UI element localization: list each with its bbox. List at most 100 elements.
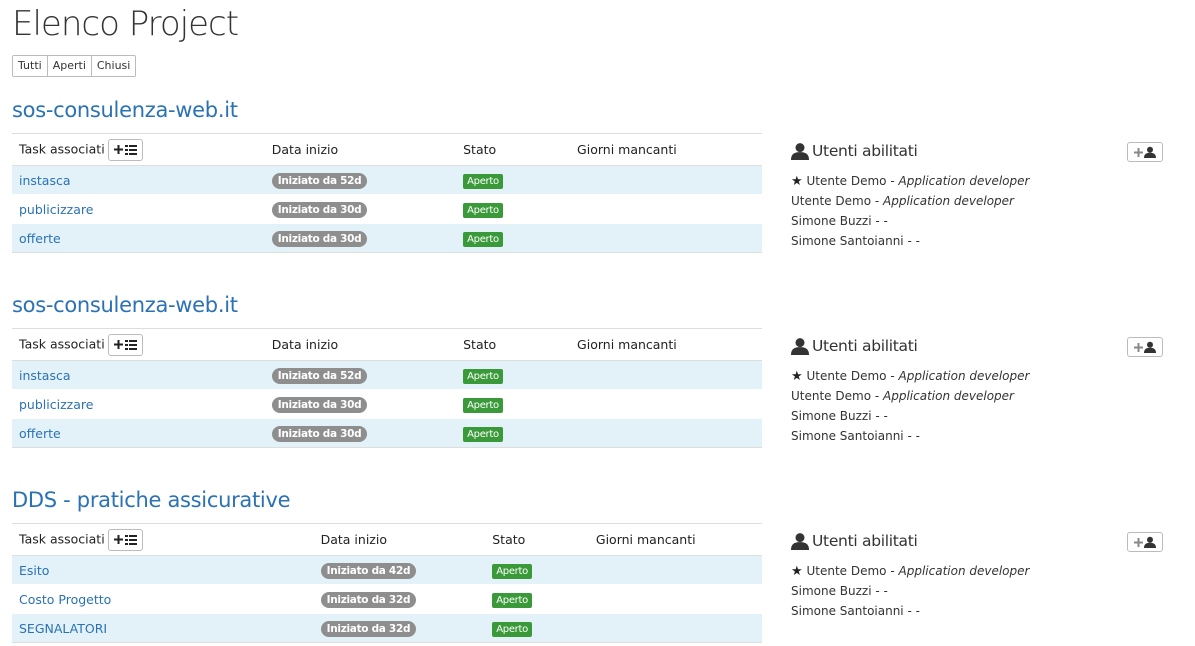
project-title[interactable]: sos-consulenza-web.it — [12, 98, 238, 122]
task-link[interactable]: Costo Progetto — [19, 592, 111, 607]
column-header: Stato — [456, 328, 571, 361]
table-row: offerte Iniziato da 30d Aperto — [12, 223, 762, 253]
column-header: Giorni mancanti — [570, 328, 762, 361]
add-user-button[interactable] — [1127, 532, 1163, 552]
user-name: Simone Buzzi — [791, 214, 872, 228]
days-left-cell — [588, 555, 762, 585]
task-link[interactable]: Esito — [19, 563, 49, 578]
user-icon — [1144, 536, 1156, 548]
plus-icon — [1134, 537, 1143, 547]
star-icon: ★ — [791, 174, 803, 189]
column-header-label: Task associati — [19, 336, 105, 351]
column-header: Task associati — [12, 523, 314, 556]
table-row: instasca Iniziato da 52d Aperto — [12, 360, 762, 390]
status-cell: Aperto — [456, 165, 571, 195]
status-badge: Aperto — [492, 592, 532, 608]
column-header-label: Giorni mancanti — [595, 532, 696, 547]
days-left-cell — [588, 613, 762, 643]
user-icon — [1144, 146, 1156, 158]
status-badge: Aperto — [463, 397, 503, 413]
task-link[interactable]: offerte — [19, 426, 61, 441]
task-link[interactable]: publicizzare — [19, 202, 93, 217]
status-badge: Aperto — [463, 202, 503, 218]
table-row: Costo Progetto Iniziato da 32d Aperto — [12, 584, 762, 614]
star-icon: ★ — [791, 369, 803, 384]
user-row: ★ Utente Demo - Application developer — [791, 174, 1030, 189]
task-name-cell: publicizzare — [12, 194, 265, 224]
column-header-label: Task associati — [19, 531, 105, 546]
user-row: ★ Utente Demo - Application developer — [791, 369, 1030, 384]
column-header-label: Data inizio — [271, 337, 339, 352]
users-title: Utenti abilitati — [812, 532, 918, 550]
user-name: Simone Buzzi — [791, 584, 872, 598]
user-icon — [1144, 341, 1156, 353]
user-name: Simone Santoianni — [791, 234, 904, 248]
task-name-cell: offerte — [12, 223, 265, 253]
add-task-button[interactable] — [107, 138, 143, 161]
plus-icon — [113, 145, 123, 154]
table-row: publicizzare Iniziato da 30d Aperto — [12, 389, 762, 419]
status-badge: Aperto — [492, 563, 532, 579]
task-name-cell: instasca — [12, 360, 265, 390]
user-name: Utente Demo — [791, 194, 872, 208]
task-link[interactable]: instasca — [19, 368, 71, 383]
task-table: Task associati Data inizio Stato Giorni man… — [12, 133, 762, 253]
status-badge: Aperto — [463, 173, 503, 189]
column-header: Giorni mancanti — [570, 133, 762, 166]
add-user-button[interactable] — [1127, 337, 1163, 357]
filter-open-button[interactable]: Aperti — [46, 56, 91, 76]
start-date-cell: Iniziato da 32d — [313, 613, 486, 643]
plus-icon — [113, 340, 123, 349]
start-date-cell: Iniziato da 32d — [313, 584, 486, 614]
task-name-cell: publicizzare — [12, 389, 265, 419]
task-link[interactable]: instasca — [19, 173, 71, 188]
column-header: Data inizio — [313, 523, 486, 556]
start-date-cell: Iniziato da 30d — [264, 389, 457, 419]
user-icon — [791, 142, 809, 160]
column-header-label: Data inizio — [320, 532, 387, 547]
start-date-cell: Iniziato da 30d — [264, 418, 457, 448]
task-link[interactable]: publicizzare — [19, 397, 93, 412]
days-left-cell — [570, 194, 762, 224]
add-task-button[interactable] — [107, 333, 143, 356]
add-user-button[interactable] — [1127, 142, 1163, 162]
user-row: Simone Santoianni - - — [791, 429, 920, 443]
user-name: Simone Buzzi — [791, 409, 872, 423]
user-role: Application developer — [898, 174, 1030, 188]
filter-closed-button[interactable]: Chiusi — [90, 56, 136, 76]
user-name: Simone Santoianni — [791, 429, 904, 443]
list-icon — [124, 144, 137, 155]
project-title[interactable]: DDS - pratiche assicurative — [12, 488, 291, 512]
start-date-cell: Iniziato da 30d — [264, 194, 457, 224]
users-panel: Utenti abilitati ★ Utente Demo - Applicat… — [791, 140, 1163, 251]
column-header: Data inizio — [264, 328, 457, 361]
days-left-cell — [570, 418, 762, 448]
table-row: Esito Iniziato da 42d Aperto — [12, 555, 762, 585]
user-list: ★ Utente Demo - Application developer Ute… — [791, 171, 1163, 251]
task-link[interactable]: SEGNALATORI — [19, 621, 107, 636]
days-left-cell — [570, 223, 762, 253]
add-task-button[interactable] — [107, 528, 143, 551]
plus-icon — [1134, 342, 1143, 352]
days-left-cell — [570, 165, 762, 195]
days-left-cell — [570, 389, 762, 419]
filter-all-button[interactable]: Tutti — [13, 56, 47, 76]
status-cell: Aperto — [456, 194, 571, 224]
project-title[interactable]: sos-consulenza-web.it — [12, 293, 238, 317]
start-date-badge: Iniziato da 30d — [271, 230, 368, 247]
table-row: offerte Iniziato da 30d Aperto — [12, 418, 762, 448]
start-date-cell: Iniziato da 52d — [264, 360, 457, 390]
user-name: Utente Demo — [791, 389, 872, 403]
status-cell: Aperto — [456, 418, 571, 448]
page-title: Elenco Project — [12, 4, 239, 44]
start-date-badge: Iniziato da 52d — [271, 172, 368, 189]
task-link[interactable]: offerte — [19, 231, 61, 246]
column-header-label: Task associati — [19, 141, 105, 156]
star-icon: ★ — [791, 564, 803, 579]
column-header-label: Stato — [463, 142, 497, 157]
column-header: Stato — [485, 523, 589, 556]
user-row: Simone Santoianni - - — [791, 234, 920, 248]
task-name-cell: SEGNALATORI — [12, 613, 314, 643]
table-row: instasca Iniziato da 52d Aperto — [12, 165, 762, 195]
user-row: Simone Buzzi - - — [791, 214, 888, 228]
